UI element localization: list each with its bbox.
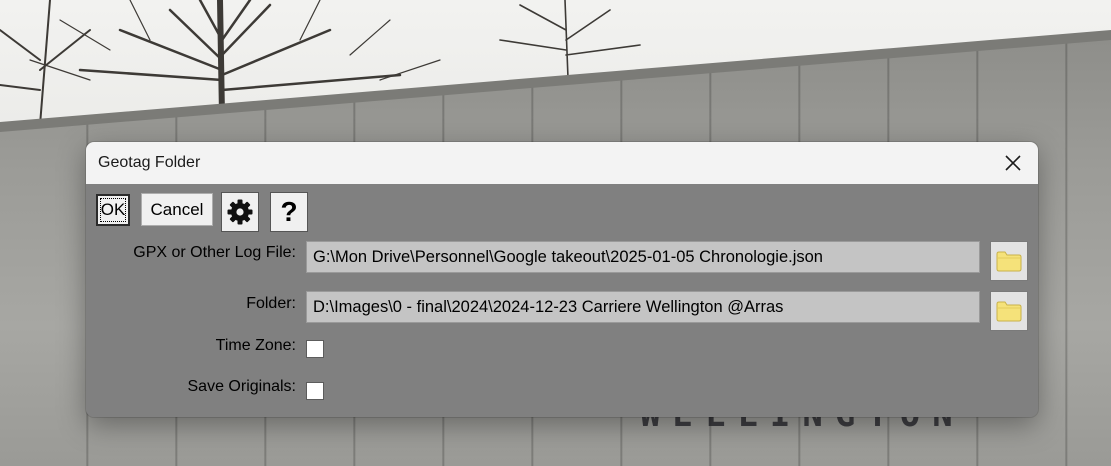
folder-icon <box>996 251 1022 272</box>
log-file-path-field[interactable]: G:\Mon Drive\Personnel\Google takeout\20… <box>306 241 980 273</box>
gear-icon <box>227 199 253 225</box>
browse-folder-button[interactable] <box>990 291 1028 331</box>
log-file-label: GPX or Other Log File: <box>133 244 296 261</box>
settings-button[interactable] <box>221 192 259 232</box>
dialog-title: Geotag Folder <box>98 154 201 171</box>
folder-icon <box>996 301 1022 322</box>
dialog-body: OK Cancel ? GPX or Other Log File: G:\Mo… <box>86 184 1038 417</box>
folder-path-field[interactable]: D:\Images\0 - final\2024\2024-12-23 Carr… <box>306 291 980 323</box>
help-button[interactable]: ? <box>270 192 308 232</box>
cancel-button[interactable]: Cancel <box>141 193 213 226</box>
browse-log-file-button[interactable] <box>990 241 1028 281</box>
save-originals-label: Save Originals: <box>187 378 297 395</box>
time-zone-label: Time Zone: <box>215 337 296 354</box>
folder-label: Folder: <box>246 295 296 312</box>
dialog-titlebar[interactable]: Geotag Folder <box>86 142 1038 184</box>
close-button[interactable] <box>988 142 1038 184</box>
ok-button[interactable]: OK <box>96 194 130 226</box>
close-icon <box>1005 155 1021 171</box>
geotag-folder-dialog: Geotag Folder OK Cancel ? GPX or Other L… <box>86 142 1038 417</box>
time-zone-checkbox[interactable] <box>306 340 324 358</box>
save-originals-checkbox[interactable] <box>306 382 324 400</box>
